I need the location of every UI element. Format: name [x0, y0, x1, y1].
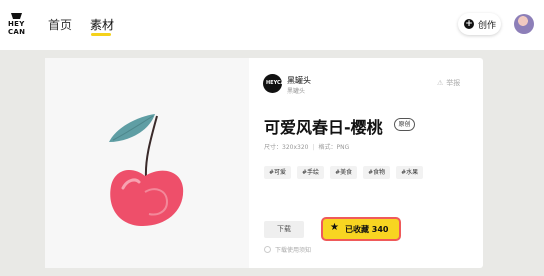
material-preview [45, 58, 249, 268]
star-icon: ★ [330, 222, 339, 233]
cherry-illustration [109, 114, 184, 226]
logo-text-line2: CAN [8, 28, 26, 36]
nav-material[interactable]: 素材 [90, 16, 114, 33]
meta-divider: | [312, 144, 315, 151]
author-avatar-text: HEYCAN [266, 80, 289, 86]
report-button[interactable]: ⚠ 举报 [437, 78, 460, 88]
cherry-body [110, 170, 184, 226]
create-button-label: 创作 [478, 21, 497, 31]
tag-item[interactable]: #手绘 [297, 166, 325, 179]
author-subtitle: 黑罐头 [287, 88, 306, 95]
top-navigation-bar: HEY CAN 首页 素材 + 创作 [0, 0, 544, 50]
tag-item[interactable]: #食物 [363, 166, 391, 179]
download-notice-link[interactable]: 下载使用须知 [264, 245, 311, 254]
heycan-logo[interactable]: HEY CAN [6, 12, 28, 38]
author-avatar[interactable]: HEYCAN [263, 74, 289, 93]
user-avatar[interactable] [514, 14, 534, 34]
author-name[interactable]: 黑罐头 [287, 75, 311, 86]
material-meta: 尺寸：320x320 | 格式：PNG [264, 142, 349, 151]
nav-home[interactable]: 首页 [48, 16, 72, 33]
tag-item[interactable]: #可爱 [264, 166, 292, 179]
size-info: 尺寸：320x320 [264, 144, 309, 151]
favorite-count-label: 已收藏 340 [345, 225, 389, 234]
warning-icon: ⚠ [437, 79, 444, 87]
format-info: 格式：PNG [318, 144, 350, 151]
report-label: 举报 [446, 79, 461, 87]
download-notice-text: 下载使用须知 [275, 247, 312, 254]
active-tab-indicator [91, 33, 111, 36]
info-icon [264, 246, 271, 253]
original-badge: 原创 [394, 118, 415, 131]
tag-item[interactable]: #水果 [396, 166, 424, 179]
material-title: 可爱风春日-樱桃 [264, 118, 383, 137]
download-button[interactable]: 下载 [264, 221, 304, 238]
tag-item[interactable]: #美食 [330, 166, 358, 179]
logo-text-line1: HEY [8, 20, 25, 28]
material-detail-card: HEYCAN 黑罐头 黑罐头 ⚠ 举报 可爱风春日-樱桃 原创 尺寸：320x32… [45, 58, 483, 268]
create-button[interactable]: + 创作 [458, 13, 501, 35]
plus-icon: + [464, 19, 474, 29]
cherry-leaf [109, 114, 155, 142]
tag-list: #可爱 #手绘 #美食 #食物 #水果 [264, 166, 424, 179]
favorite-button[interactable]: ★ 已收藏 340 [321, 217, 401, 241]
can-icon [11, 13, 22, 19]
